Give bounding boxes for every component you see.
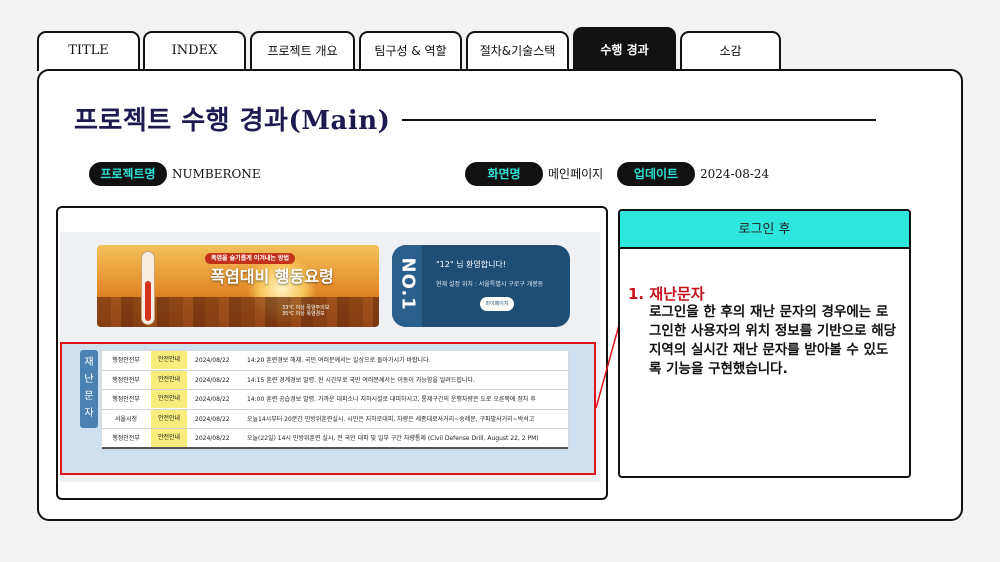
- disaster-label: 재난문자: [80, 350, 98, 428]
- welcome-location: 현재 설정 위치 : 서울특별시 구로구 개봉동: [436, 281, 544, 288]
- update-value: 2024-08-24: [700, 167, 770, 181]
- message-type-badge: 안전안내: [151, 370, 187, 389]
- message-date: 2024/08/22: [195, 396, 230, 403]
- message-text: 14:20 훈련경보 해제. 국민 여러분께서는 일상으로 돌아가시기 바랍니다…: [247, 357, 431, 364]
- table-row[interactable]: 행정안전부 안전안내 2024/08/22 14:15 훈련 경계경보 발령. …: [102, 370, 568, 390]
- table-row[interactable]: 서울시청 안전안내 2024/08/22 오늘14시부터 20분간 민방위훈련실…: [102, 409, 568, 429]
- message-text: 14:15 훈련 경계경보 발령. 현 시간부로 국민 여러분께서는 이동이 가…: [247, 376, 475, 384]
- mypage-button[interactable]: 마이페이지: [480, 297, 514, 311]
- thermometer-icon: [141, 251, 155, 325]
- tab-review[interactable]: 소감: [680, 31, 781, 71]
- disaster-label-text: 재난문자: [84, 357, 94, 419]
- heat-banner-notes: 33℃ 이상 폭염주의보 35℃ 이상 폭염경보: [282, 305, 329, 317]
- message-date: 2024/08/22: [195, 435, 230, 442]
- message-date: 2024/08/22: [195, 376, 230, 384]
- message-agency: 행정안전부: [112, 357, 140, 364]
- description-card: 로그인 후 1. 재난문자 로그인을 한 후의 재난 문자의 경우에는 로그인한…: [618, 209, 911, 478]
- card-body-text: 로그인을 한 후의 재난 문자의 경우에는 로그인한 사용자의 위치 정보를 기…: [649, 304, 897, 377]
- disaster-message-table: 행정안전부 안전안내 2024/08/22 14:20 훈련경보 해제. 국민 …: [101, 350, 569, 450]
- card-header: 로그인 후: [620, 211, 909, 249]
- table-row[interactable]: 행정안전부 안전안내 2024/08/22 오늘(22일) 14시 민방위훈련 …: [102, 429, 568, 449]
- tab-team-roles[interactable]: 팀구성 & 역할: [359, 31, 462, 71]
- message-text: 오늘14시부터 20분간 민방위훈련실시. 시민은 지하로대피, 차량은 세종대…: [247, 415, 535, 423]
- project-name-value: NUMBERONE: [172, 167, 261, 181]
- message-agency: 행정안전부: [112, 396, 140, 403]
- heatwave-banner[interactable]: 폭염을 슬기롭게 이겨내는 방법 폭염대비 행동요령 33℃ 이상 폭염주의보 …: [97, 245, 379, 327]
- table-row[interactable]: 행정안전부 안전안내 2024/08/22 14:20 훈련경보 해제. 국민 …: [102, 351, 568, 371]
- tab-title[interactable]: TITLE: [37, 31, 140, 71]
- message-text: 14:00 훈련 공습경보 발령. 가까운 대피소나 지하시설로 대피하시고, …: [247, 396, 536, 403]
- tab-process-stack[interactable]: 절차&기술스택: [466, 31, 569, 71]
- message-type-badge: 안전안내: [151, 390, 187, 408]
- table-row[interactable]: 행정안전부 안전안내 2024/08/22 14:00 훈련 공습경보 발령. …: [102, 390, 568, 410]
- message-type-badge: 안전안내: [151, 351, 187, 369]
- message-type-badge: 안전안내: [151, 409, 187, 428]
- message-date: 2024/08/22: [195, 415, 230, 423]
- tab-progress[interactable]: 수행 경과: [573, 27, 676, 71]
- message-date: 2024/08/22: [195, 357, 230, 364]
- message-agency: 행정안전부: [112, 435, 140, 442]
- city-skyline-graphic: [97, 297, 379, 327]
- screen-name-pill: 화면명: [465, 162, 543, 186]
- card-heading: 1. 재난문자: [628, 285, 705, 303]
- welcome-greeting: "12" 님 환영합니다!: [436, 260, 506, 269]
- tab-index[interactable]: INDEX: [143, 31, 246, 71]
- welcome-logo: NO.1: [397, 257, 419, 311]
- project-name-pill: 프로젝트명: [89, 162, 167, 186]
- message-text: 오늘(22일) 14시 민방위훈련 실시, 전 국민 대피 및 일부 구간 차량…: [247, 435, 539, 442]
- message-agency: 행정안전부: [112, 376, 140, 384]
- message-type-badge: 안전안내: [151, 429, 187, 447]
- heat-banner-title: 폭염대비 행동요령: [210, 267, 334, 286]
- screen-name-value: 메인페이지: [548, 167, 604, 181]
- title-divider: [402, 119, 876, 121]
- page-title: 프로젝트 수행 경과(Main): [74, 106, 391, 136]
- welcome-card: NO.1 "12" 님 환영합니다! 현재 설정 위치 : 서울특별시 구로구 …: [392, 245, 570, 327]
- update-pill: 업데이트: [617, 162, 695, 186]
- tab-project-overview[interactable]: 프로젝트 개요: [250, 31, 355, 71]
- heat-note-2: 35℃ 이상 폭염경보: [282, 311, 325, 317]
- message-agency: 서울시청: [114, 415, 138, 423]
- heat-banner-badge: 폭염을 슬기롭게 이겨내는 방법: [205, 253, 296, 264]
